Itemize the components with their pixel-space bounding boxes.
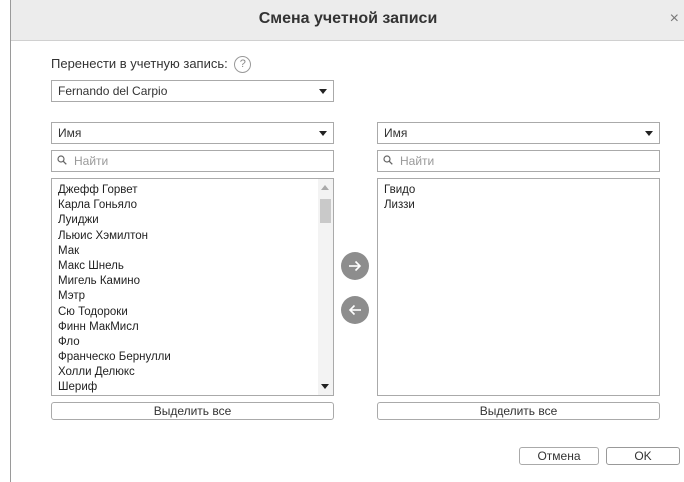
right-search-placeholder: Найти <box>400 154 435 168</box>
arrow-left-icon <box>348 304 361 316</box>
move-right-button[interactable] <box>341 252 369 280</box>
list-item[interactable]: Джефф Горвет <box>58 183 171 198</box>
scroll-down-icon[interactable] <box>321 384 329 389</box>
list-item[interactable]: Гвидо <box>384 183 415 198</box>
arrow-right-icon <box>349 260 362 272</box>
scroll-thumb[interactable] <box>320 199 331 223</box>
move-left-button[interactable] <box>341 296 369 324</box>
ok-button[interactable]: OK <box>606 447 680 465</box>
scroll-up-icon[interactable] <box>321 185 329 190</box>
left-sort-select[interactable]: Имя <box>51 122 334 144</box>
left-search-input[interactable]: Найти <box>51 150 334 172</box>
chevron-down-icon <box>645 131 653 136</box>
list-item[interactable]: Льюис Хэмилтон <box>58 229 171 244</box>
transfer-label: Перенести в учетную запись: <box>51 56 228 71</box>
target-account-select[interactable]: Fernando del Carpio <box>51 80 334 102</box>
right-select-all-button[interactable]: Выделить все <box>377 402 660 420</box>
dialog-title: Смена учетной записи <box>258 10 438 27</box>
transfer-label-row: Перенести в учетную запись: ? <box>51 56 252 74</box>
right-list-items: Гвидо Лиззи <box>384 183 415 213</box>
left-sort-value: Имя <box>58 126 82 140</box>
list-item[interactable]: Фло <box>58 335 171 350</box>
list-item[interactable]: Макс Шнель <box>58 259 171 274</box>
list-item[interactable]: Финн МакМисл <box>58 320 171 335</box>
left-list-scrollbar[interactable] <box>318 179 333 395</box>
right-sort-value: Имя <box>384 126 408 140</box>
target-account-value: Fernando del Carpio <box>58 84 168 98</box>
list-item[interactable]: Сю Тодороки <box>58 305 171 320</box>
right-account-list[interactable]: Гвидо Лиззи <box>377 178 660 396</box>
left-list-items: Джефф Горвет Карла Гоньяло Луиджи Льюис Хэм… <box>58 183 171 395</box>
list-item[interactable]: Мэтр <box>58 289 171 304</box>
chevron-down-icon <box>319 131 327 136</box>
dialog-titlebar: Смена учетной записи × <box>11 0 684 41</box>
list-item[interactable]: Холли Делюкс <box>58 365 171 380</box>
left-search-placeholder: Найти <box>74 154 109 168</box>
list-item[interactable]: Франческо Бернулли <box>58 350 171 365</box>
left-account-list[interactable]: Джефф Горвет Карла Гоньяло Луиджи Льюис Хэм… <box>51 178 334 396</box>
search-icon <box>57 155 67 165</box>
list-item[interactable]: Лиззи <box>384 198 415 213</box>
list-item[interactable]: Мигель Камино <box>58 274 171 289</box>
list-item[interactable]: Луиджи <box>58 213 171 228</box>
right-search-input[interactable]: Найти <box>377 150 660 172</box>
left-select-all-button[interactable]: Выделить все <box>51 402 334 420</box>
cancel-button[interactable]: Отмена <box>519 447 599 465</box>
list-item[interactable]: Шериф <box>58 380 171 395</box>
help-icon[interactable]: ? <box>234 56 252 74</box>
list-item[interactable]: Мак <box>58 244 171 259</box>
chevron-down-icon <box>319 89 327 94</box>
right-sort-select[interactable]: Имя <box>377 122 660 144</box>
search-icon <box>383 155 393 165</box>
account-switch-dialog: Смена учетной записи × Перенести в учетн… <box>10 0 684 482</box>
close-icon[interactable]: × <box>670 10 679 28</box>
list-item[interactable]: Карла Гоньяло <box>58 198 171 213</box>
